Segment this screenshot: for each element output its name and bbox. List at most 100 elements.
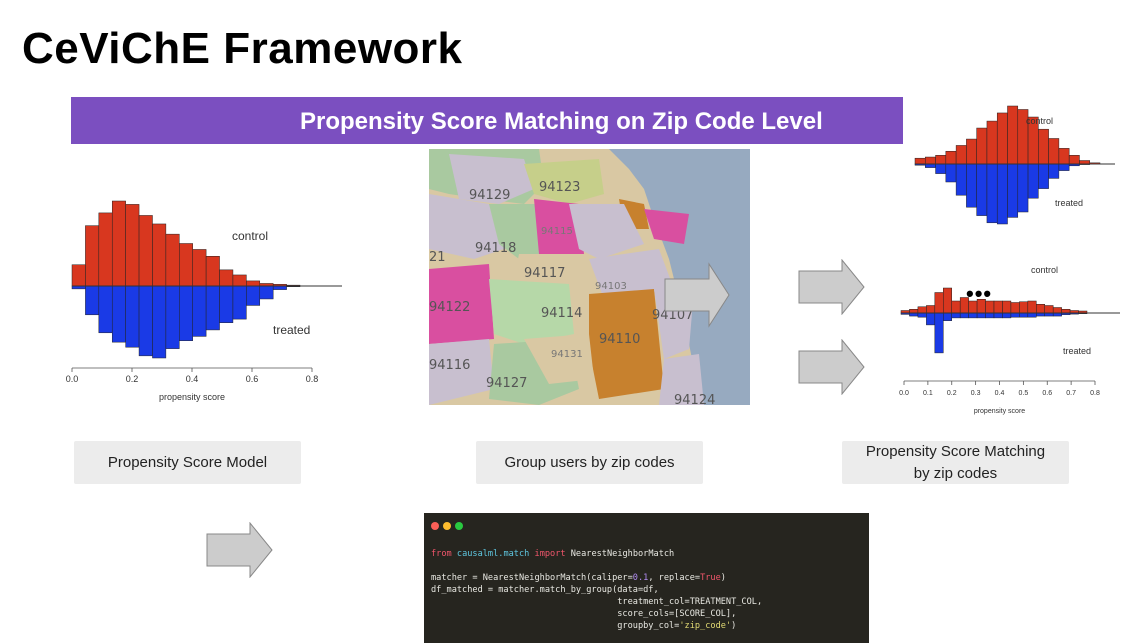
treated-bar bbox=[1002, 312, 1012, 319]
control-bar bbox=[943, 287, 952, 314]
x-tick-label: 0.6 bbox=[246, 374, 259, 384]
treated-bar bbox=[926, 312, 936, 326]
treated-bar bbox=[1017, 163, 1029, 213]
treated-bar bbox=[205, 285, 220, 331]
treated-bar bbox=[232, 285, 247, 320]
code-line-groupby: groupby_col='zip_code') bbox=[431, 621, 737, 631]
treated-bar bbox=[98, 285, 113, 334]
control-bar bbox=[934, 292, 944, 314]
treated-bar bbox=[165, 285, 180, 349]
treated-bar bbox=[1019, 312, 1029, 318]
treated-bar bbox=[1058, 163, 1070, 171]
control-bar bbox=[219, 269, 234, 287]
control-bar bbox=[1027, 300, 1037, 314]
control-bar bbox=[246, 280, 261, 287]
control-bar bbox=[85, 225, 100, 287]
caption-propensity-score-model: Propensity Score Model bbox=[74, 441, 301, 484]
x-tick-label: 0.7 bbox=[1066, 390, 1076, 397]
zip-label: 94117 bbox=[524, 266, 565, 281]
code-line-matcher: matcher = NearestNeighborMatch(caliper=0… bbox=[431, 573, 726, 583]
control-bar bbox=[125, 204, 140, 287]
x-tick-label: 0.2 bbox=[947, 390, 957, 397]
treated-bar bbox=[1027, 312, 1037, 318]
treated-bar bbox=[111, 285, 126, 343]
zip-label: 94110 bbox=[599, 332, 640, 347]
zip-label: 94127 bbox=[486, 376, 527, 391]
treated-bar bbox=[1048, 163, 1060, 179]
zip-label: 94103 bbox=[595, 281, 627, 292]
code-line-import: from causalml.match import NearestNeighb… bbox=[431, 549, 675, 559]
control-bar bbox=[232, 274, 247, 287]
control-bar bbox=[1058, 148, 1070, 165]
propensity-histogram-top-right: control treated bbox=[914, 105, 1115, 225]
control-bar bbox=[1002, 300, 1012, 314]
treated-bar bbox=[966, 163, 977, 208]
control-bar bbox=[152, 223, 167, 287]
treated-bar bbox=[1010, 312, 1020, 318]
treated-bar bbox=[976, 163, 988, 216]
control-bar bbox=[1052, 307, 1062, 314]
treated-bar bbox=[125, 285, 140, 348]
zip-label: 94115 bbox=[541, 226, 573, 237]
section-banner: Propensity Score Matching on Zip Code Le… bbox=[71, 97, 903, 144]
control-bar bbox=[935, 155, 947, 165]
treated-bar bbox=[976, 312, 986, 319]
treated-bar bbox=[152, 285, 167, 359]
x-tick-label: 0.2 bbox=[126, 374, 139, 384]
treated-bar bbox=[943, 312, 952, 321]
x-tick-label: 0.0 bbox=[899, 390, 909, 397]
arrow-right-icon bbox=[206, 522, 273, 578]
control-bar bbox=[165, 233, 180, 287]
x-tick-label: 0.3 bbox=[971, 390, 981, 397]
treated-bar bbox=[951, 312, 961, 319]
zip-label: 94122 bbox=[429, 300, 470, 315]
treated-bar bbox=[259, 285, 274, 300]
x-tick-label: 0.8 bbox=[1090, 390, 1100, 397]
code-panel: from causalml.match import NearestNeighb… bbox=[424, 513, 869, 643]
caption-text: Propensity Score Model bbox=[107, 453, 268, 471]
arrow-right-icon bbox=[798, 259, 865, 315]
propensity-histogram-bottom-right: control treated 0.0 0.1 0.2 0.3 0.4 0.5 0.6 0.7 0.… bbox=[899, 265, 1120, 415]
x-tick-label: 0.4 bbox=[186, 374, 199, 384]
control-bar bbox=[1038, 128, 1049, 165]
treated-bar bbox=[1007, 163, 1019, 218]
ellipsis: ••• bbox=[966, 281, 993, 306]
control-bar bbox=[945, 150, 957, 165]
control-bar bbox=[138, 215, 153, 287]
control-bar bbox=[1007, 105, 1019, 165]
control-bar bbox=[955, 145, 967, 165]
treated-bar bbox=[179, 285, 193, 341]
x-tick-label: 0.8 bbox=[306, 374, 319, 384]
control-bar bbox=[909, 309, 919, 314]
zip-label: 94124 bbox=[674, 393, 715, 405]
x-axis-label: propensity score bbox=[159, 392, 225, 402]
legend-control: control bbox=[1031, 265, 1058, 275]
treated-bar bbox=[85, 285, 100, 316]
treated-bar bbox=[138, 285, 153, 357]
control-bar bbox=[986, 120, 998, 165]
control-bar bbox=[1048, 138, 1060, 165]
treated-bar bbox=[925, 163, 936, 168]
treated-bar bbox=[246, 285, 261, 306]
code-line-treatment: treatment_col=TREATMENT_COL, bbox=[431, 597, 763, 607]
control-bar bbox=[111, 200, 126, 287]
treated-bar bbox=[993, 312, 1003, 319]
control-bar bbox=[1019, 301, 1029, 314]
control-bar bbox=[205, 256, 220, 287]
caption-group-by-zip: Group users by zip codes bbox=[476, 441, 703, 484]
caption-text: Group users by zip codes bbox=[504, 453, 675, 471]
control-bar bbox=[1079, 160, 1090, 165]
treated-bar bbox=[219, 285, 234, 323]
treated-bar bbox=[935, 163, 947, 174]
control-bar bbox=[917, 306, 927, 314]
treated-bar bbox=[985, 312, 995, 319]
arrow-right-icon bbox=[798, 339, 865, 395]
control-bar bbox=[976, 127, 988, 165]
minimize-dot-icon bbox=[443, 522, 451, 530]
legend-treated: treated bbox=[1063, 346, 1091, 356]
control-bar bbox=[71, 264, 86, 287]
treated-bar bbox=[945, 163, 957, 183]
x-tick-label: 0.1 bbox=[923, 390, 933, 397]
zip-label: 21 bbox=[429, 250, 446, 265]
control-bar bbox=[996, 112, 1008, 165]
